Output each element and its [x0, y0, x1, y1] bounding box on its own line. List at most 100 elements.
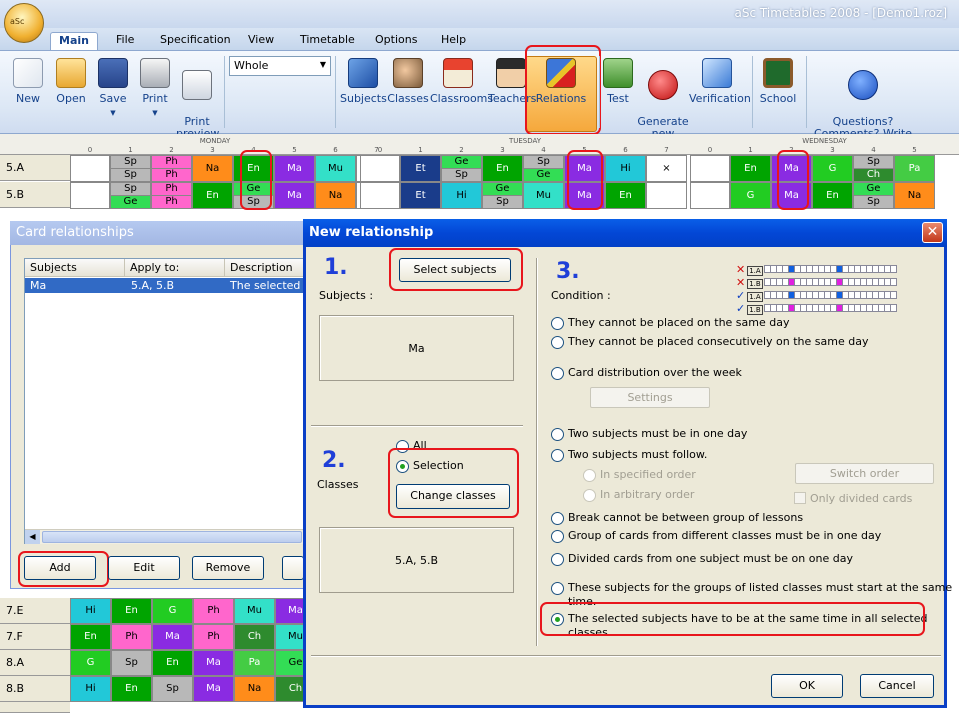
print-dropdown-icon[interactable]: ▼	[152, 109, 157, 117]
option-not-consecutive[interactable]: They cannot be placed consecutively on t…	[551, 335, 868, 349]
ok-button[interactable]: OK	[771, 674, 843, 698]
lesson-card-bottom[interactable]: Sp	[482, 195, 523, 209]
lesson-card-top[interactable]: Sp	[110, 155, 151, 169]
lesson-card[interactable]: Na	[315, 182, 356, 209]
lesson-card[interactable]: Na	[192, 155, 233, 182]
column-header-description[interactable]: Description	[225, 259, 305, 277]
lesson-card-bottom[interactable]: Sp	[110, 168, 151, 182]
lesson-card-top[interactable]: Ge	[853, 182, 894, 196]
lesson-card[interactable]: Ph	[193, 598, 234, 624]
lesson-card-top[interactable]: Ph	[151, 182, 192, 196]
tab-file[interactable]: File	[108, 32, 142, 50]
option-group-one-day[interactable]: Group of cards from different classes mu…	[551, 529, 881, 543]
lesson-card-bottom[interactable]: Ph	[151, 195, 192, 209]
classes-button[interactable]: Classes	[387, 54, 429, 128]
option-card-distribution[interactable]: Card distribution over the week	[551, 366, 742, 380]
lesson-card[interactable]: Ma	[274, 155, 315, 182]
relationship-list[interactable]	[24, 258, 306, 544]
lesson-card[interactable]	[70, 155, 110, 182]
lesson-card[interactable]: Hi	[70, 676, 111, 702]
lesson-card[interactable]: Ma	[193, 650, 234, 676]
lesson-card[interactable]: Ph	[193, 624, 234, 650]
lesson-card[interactable]: En	[192, 182, 233, 209]
lesson-card-top[interactable]: Ge	[482, 182, 523, 196]
lesson-card-top[interactable]: Sp	[523, 155, 564, 169]
tab-specification[interactable]: Specification	[152, 32, 239, 50]
print-preview-button[interactable]: Print preview	[176, 54, 219, 140]
option-two-subjects-follow[interactable]: Two subjects must follow.	[551, 448, 707, 462]
lesson-card[interactable]: Ma	[193, 676, 234, 702]
lesson-card[interactable]: Pa	[234, 650, 275, 676]
scrollbar-thumb[interactable]	[42, 531, 302, 543]
lesson-card[interactable]: Hi	[441, 182, 482, 209]
lesson-card[interactable]: Sp	[111, 650, 152, 676]
lesson-card[interactable]: Mu	[315, 155, 356, 182]
lesson-card-top[interactable]: Ge	[441, 155, 482, 169]
remove-button[interactable]: Remove	[192, 556, 264, 580]
view-select[interactable]: Whole ▼	[229, 56, 331, 76]
lesson-card-top[interactable]: Sp	[853, 155, 894, 169]
lesson-card[interactable]	[646, 182, 687, 209]
questions-button[interactable]: Questions? Comments? Write us	[810, 54, 916, 152]
lesson-card-top[interactable]: Sp	[110, 182, 151, 196]
settings-button[interactable]: Settings	[590, 387, 710, 408]
horizontal-scrollbar[interactable]: ◀	[25, 529, 305, 544]
lesson-card-bottom[interactable]: Ch	[853, 168, 894, 182]
save-button[interactable]: Save ▼	[94, 54, 132, 128]
option-divided-one-day[interactable]: Divided cards from one subject must be o…	[551, 552, 853, 566]
switch-order-button[interactable]: Switch order	[795, 463, 934, 484]
lesson-card-bottom[interactable]: Sp	[853, 195, 894, 209]
lesson-card-bottom[interactable]: Sp	[441, 168, 482, 182]
lesson-card[interactable]: En	[730, 155, 771, 182]
verification-button[interactable]: Verification	[689, 54, 751, 128]
lesson-card-bottom[interactable]: Ge	[523, 168, 564, 182]
classrooms-button[interactable]: Classrooms	[430, 54, 493, 128]
option-not-same-day[interactable]: They cannot be placed on the same day	[551, 316, 790, 330]
tab-main[interactable]: Main	[50, 32, 98, 50]
tab-view[interactable]: View	[240, 32, 282, 50]
cancel-button[interactable]: Cancel	[860, 674, 934, 698]
lesson-card-bottom[interactable]: Ph	[151, 168, 192, 182]
save-dropdown-icon[interactable]: ▼	[110, 109, 115, 117]
lesson-card[interactable]: Hi	[70, 598, 111, 624]
lesson-card[interactable]: Mu	[234, 598, 275, 624]
lesson-card-bottom[interactable]: Ge	[110, 195, 151, 209]
edit-button[interactable]: Edit	[108, 556, 180, 580]
lesson-card[interactable]: Mu	[523, 182, 564, 209]
lesson-card[interactable]: En	[605, 182, 646, 209]
print-button[interactable]: Print ▼	[136, 54, 174, 128]
lesson-card[interactable]	[360, 155, 400, 182]
lesson-card[interactable]: Ph	[111, 624, 152, 650]
lesson-card[interactable]: Ma	[152, 624, 193, 650]
new-button[interactable]: New	[8, 54, 48, 128]
tab-timetable[interactable]: Timetable	[292, 32, 363, 50]
option-specified-order[interactable]: In specified order	[583, 468, 696, 482]
generate-new-button[interactable]: Generate new	[637, 54, 689, 140]
lesson-card[interactable]: Ma	[274, 182, 315, 209]
lesson-card[interactable]: G	[152, 598, 193, 624]
option-no-break[interactable]: Break cannot be between group of lessons	[551, 511, 803, 525]
open-button[interactable]: Open	[52, 54, 90, 128]
lesson-card[interactable]: En	[111, 676, 152, 702]
table-row[interactable]: Ma 5.A, 5.B The selected su	[25, 278, 317, 293]
column-header-subjects[interactable]: Subjects	[25, 259, 125, 277]
option-arbitrary-order[interactable]: In arbitrary order	[583, 488, 694, 502]
lesson-card[interactable]: Ch	[234, 624, 275, 650]
column-header-apply-to[interactable]: Apply to:	[125, 259, 225, 277]
lesson-card[interactable]: En	[111, 598, 152, 624]
subjects-button[interactable]: Subjects	[340, 54, 387, 128]
lesson-card[interactable]: En	[152, 650, 193, 676]
tab-help[interactable]: Help	[433, 32, 474, 50]
lesson-card[interactable]: En	[482, 155, 523, 182]
lesson-card[interactable]	[70, 182, 110, 209]
lesson-card[interactable]	[690, 155, 730, 182]
test-button[interactable]: Test	[602, 54, 634, 128]
lesson-card[interactable]: Pa	[894, 155, 935, 182]
lesson-card[interactable]: ×	[646, 155, 687, 182]
scroll-left-icon[interactable]: ◀	[25, 530, 40, 544]
lesson-card[interactable]: En	[812, 182, 853, 209]
lesson-card[interactable]: Na	[894, 182, 935, 209]
lesson-card[interactable]: Et	[400, 155, 441, 182]
lesson-card[interactable]: Et	[400, 182, 441, 209]
lesson-card-top[interactable]: Ph	[151, 155, 192, 169]
